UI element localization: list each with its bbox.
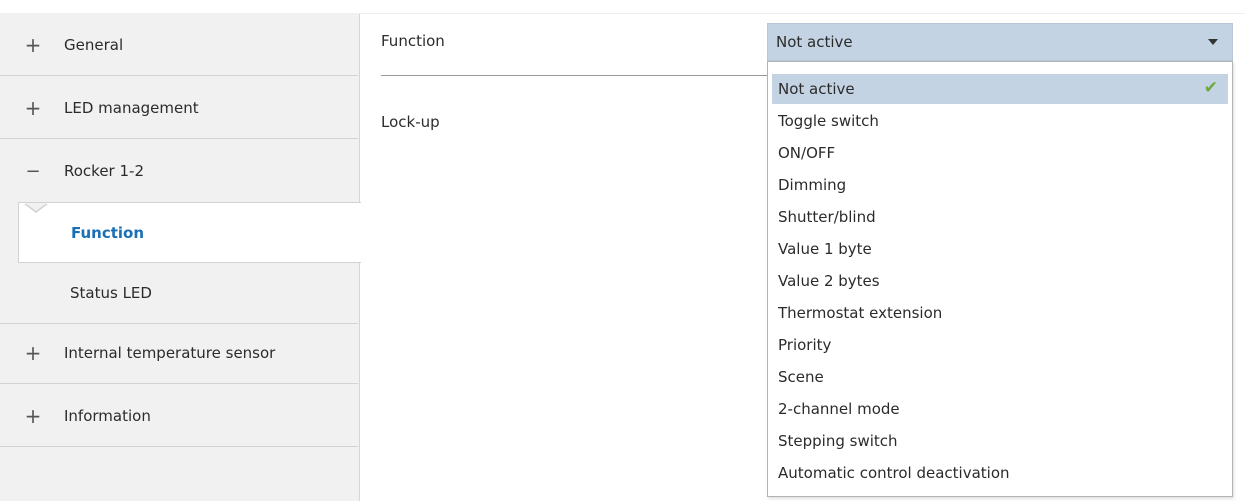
sidebar-item-information[interactable]: + Information <box>0 385 358 447</box>
option-label: Thermostat extension <box>778 304 943 322</box>
function-select-value: Not active <box>776 33 853 51</box>
dropdown-option-scene[interactable]: Scene <box>772 362 1228 392</box>
dropdown-option-value-2-bytes[interactable]: Value 2 bytes <box>772 266 1228 296</box>
function-dropdown-list: Not active ✔ Toggle switch ON/OFF Dimmin… <box>767 61 1233 497</box>
expand-plus-icon: + <box>24 403 42 428</box>
dropdown-option-shutter-blind[interactable]: Shutter/blind <box>772 202 1228 232</box>
dropdown-option-value-1-byte[interactable]: Value 1 byte <box>772 234 1228 264</box>
sidebar-subitem-label: Function <box>71 223 145 242</box>
expand-plus-icon: + <box>24 340 42 365</box>
function-select[interactable]: Not active <box>767 23 1233 61</box>
dropdown-option-dimming[interactable]: Dimming <box>772 170 1228 200</box>
option-label: Not active <box>778 80 855 98</box>
selection-pointer-icon <box>24 203 48 213</box>
expand-plus-icon: + <box>24 32 42 57</box>
expand-plus-icon: + <box>24 95 42 120</box>
option-label: Toggle switch <box>778 112 879 130</box>
divider <box>381 75 771 76</box>
sidebar-item-label: Information <box>64 406 151 425</box>
sidebar-item-label: Internal temperature sensor <box>64 343 276 362</box>
option-label: Shutter/blind <box>778 208 876 226</box>
dropdown-option-not-active[interactable]: Not active ✔ <box>772 74 1228 104</box>
option-label: Automatic control deactivation <box>778 464 1010 482</box>
dropdown-option-2-channel-mode[interactable]: 2-channel mode <box>772 394 1228 424</box>
sidebar-item-label: Rocker 1-2 <box>64 162 144 180</box>
checkmark-icon: ✔ <box>1203 78 1218 98</box>
dropdown-option-on-off[interactable]: ON/OFF <box>772 138 1228 168</box>
option-label: Dimming <box>778 176 847 194</box>
lockup-label: Lock-up <box>381 113 440 131</box>
dropdown-option-thermostat-extension[interactable]: Thermostat extension <box>772 298 1228 328</box>
function-label: Function <box>381 32 445 50</box>
option-label: Priority <box>778 336 832 354</box>
dropdown-option-toggle-switch[interactable]: Toggle switch <box>772 106 1228 136</box>
dropdown-option-priority[interactable]: Priority <box>772 330 1228 360</box>
sidebar-item-general[interactable]: + General <box>0 14 358 76</box>
sidebar: + General + LED management − Rocker 1-2 … <box>0 14 361 501</box>
option-label: ON/OFF <box>778 144 836 162</box>
option-label: Stepping switch <box>778 432 898 450</box>
sidebar-item-label: General <box>64 35 124 54</box>
sidebar-subitem-status-led[interactable]: Status LED <box>0 263 358 324</box>
dropdown-option-automatic-control-deactivation[interactable]: Automatic control deactivation <box>772 458 1228 488</box>
sidebar-item-rocker-1-2[interactable]: − Rocker 1-2 <box>0 140 358 202</box>
option-label: Value 1 byte <box>778 240 872 258</box>
option-label: Value 2 bytes <box>778 272 880 290</box>
top-strip <box>0 0 1245 14</box>
collapse-minus-icon: − <box>25 160 41 182</box>
option-label: Scene <box>778 368 824 386</box>
sidebar-item-led-management[interactable]: + LED management <box>0 77 358 139</box>
sidebar-item-label: LED management <box>64 98 199 117</box>
chevron-down-icon <box>1208 39 1218 45</box>
sidebar-item-internal-temperature-sensor[interactable]: + Internal temperature sensor <box>0 322 358 384</box>
dropdown-option-stepping-switch[interactable]: Stepping switch <box>772 426 1228 456</box>
option-label: 2-channel mode <box>778 400 900 418</box>
sidebar-subitem-function[interactable]: Function <box>18 202 361 263</box>
sidebar-subitem-label: Status LED <box>70 284 152 302</box>
